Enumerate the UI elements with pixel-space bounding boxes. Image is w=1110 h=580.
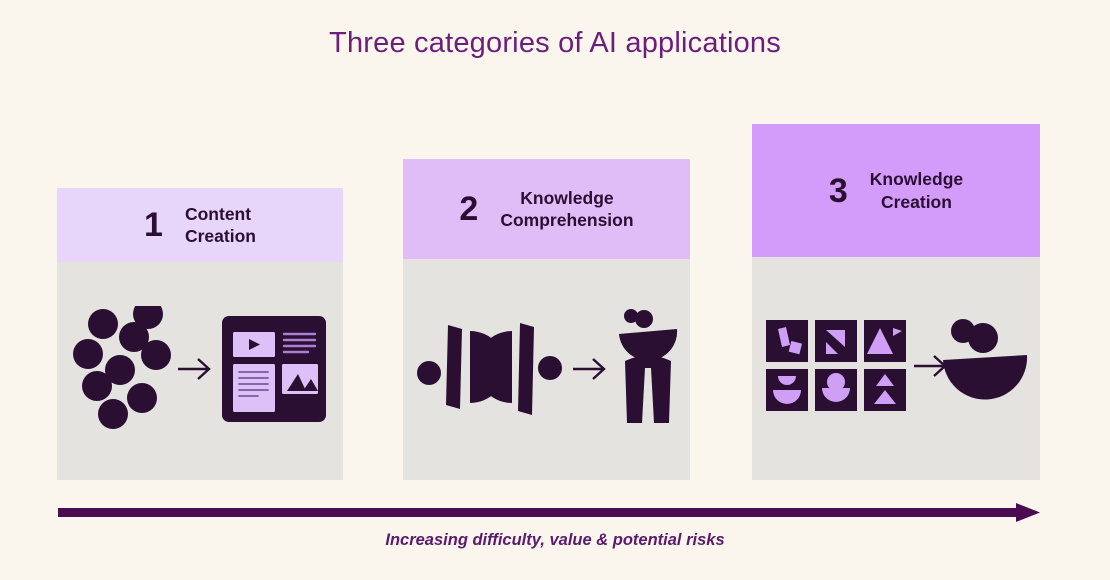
card-3-illustration <box>766 318 1028 411</box>
axis-caption: Increasing difficulty, value & potential… <box>385 531 725 549</box>
card-2-body <box>403 259 690 480</box>
card-3-label: Knowledge Creation <box>869 169 964 212</box>
card-1-body <box>57 262 343 480</box>
category-card-1: 1 Content Creation <box>57 188 343 480</box>
card-1-illustration <box>73 306 326 429</box>
card-3-header: 3 Knowledge Creation <box>752 124 1040 257</box>
card-1-label: Content Creation <box>184 203 256 246</box>
arrow-right-icon <box>178 358 211 380</box>
category-card-3: 3 Knowledge Creation <box>752 124 1040 480</box>
card-1-header: 1 Content Creation <box>57 188 343 262</box>
composed-form-icon <box>943 318 1028 400</box>
shape-tiles-grid-icon <box>766 319 906 411</box>
card-2-number: 2 <box>459 190 479 228</box>
arrow-right-icon <box>572 357 606 380</box>
abstract-shapes-row-icon <box>416 322 562 415</box>
card-2-header: 2 Knowledge Comprehension <box>403 159 690 259</box>
media-layout-panel-icon <box>222 316 326 422</box>
card-2-label: Knowledge Comprehension <box>500 187 634 230</box>
data-points-cluster-icon <box>73 306 171 429</box>
page-title: Three categories of AI applications <box>329 27 781 59</box>
card-3-number: 3 <box>828 171 848 210</box>
card-1-number: 1 <box>144 206 163 244</box>
card-2-illustration <box>416 308 677 423</box>
card-3-body <box>752 257 1040 480</box>
long-arrow-right-icon <box>58 503 1040 522</box>
human-figure-icon <box>618 308 677 423</box>
arrow-right-icon <box>914 354 947 377</box>
category-card-2: 2 Knowledge Comprehension <box>403 159 690 480</box>
